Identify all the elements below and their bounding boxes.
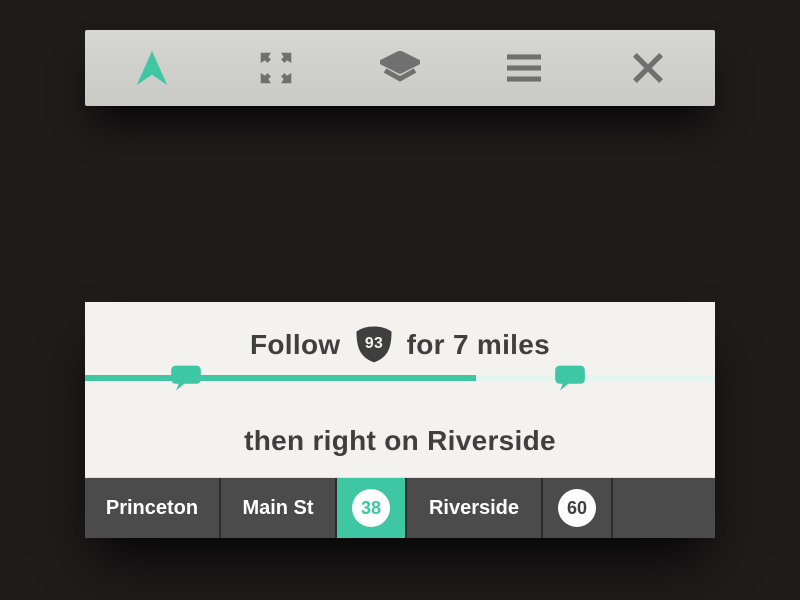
route-strip: Princeton Main St 38 Riverside 60 [85,478,715,538]
expand-icon [259,51,293,85]
route-segment-label: Princeton [106,497,198,520]
speech-bubble-icon [169,364,203,392]
route-progress [85,375,715,381]
close-button[interactable] [625,45,671,91]
highway-shield-icon: 93 [353,324,395,372]
route-strip-spacer [613,478,715,538]
route-shield-segment[interactable]: 38 [337,478,407,538]
instruction-line-2: then right on Riverside [109,424,691,458]
instruction-suffix: for 7 miles [407,329,550,360]
menu-button[interactable] [501,45,547,91]
waypoint-bubble[interactable] [553,364,587,392]
route-segment-label: Main St [242,497,313,520]
route-shield-badge: 60 [558,489,596,527]
route-shield-badge: 38 [352,489,390,527]
toolbar [85,30,715,106]
layers-button[interactable] [377,45,423,91]
instruction-card: Follow 93 for 7 miles [85,302,715,538]
route-shield-number: 38 [361,498,381,519]
navigation-arrow-icon [135,49,169,87]
waypoint-bubble[interactable] [169,364,203,392]
highway-number: 93 [364,335,382,352]
route-segment[interactable]: Main St [221,478,337,538]
route-segment[interactable]: Riverside [407,478,543,538]
route-shield-number: 60 [567,498,587,519]
nav-arrow-button[interactable] [129,45,175,91]
layers-icon [380,51,420,85]
route-shield-segment[interactable]: 60 [543,478,613,538]
route-segment[interactable]: Princeton [85,478,221,538]
instruction-panel: Follow 93 for 7 miles [85,302,715,478]
route-segment-label: Riverside [429,497,519,520]
expand-button[interactable] [253,45,299,91]
instruction-prefix: Follow [250,329,340,360]
progress-fill [85,375,476,381]
speech-bubble-icon [553,364,587,392]
close-icon [633,53,663,83]
menu-icon [507,54,541,82]
